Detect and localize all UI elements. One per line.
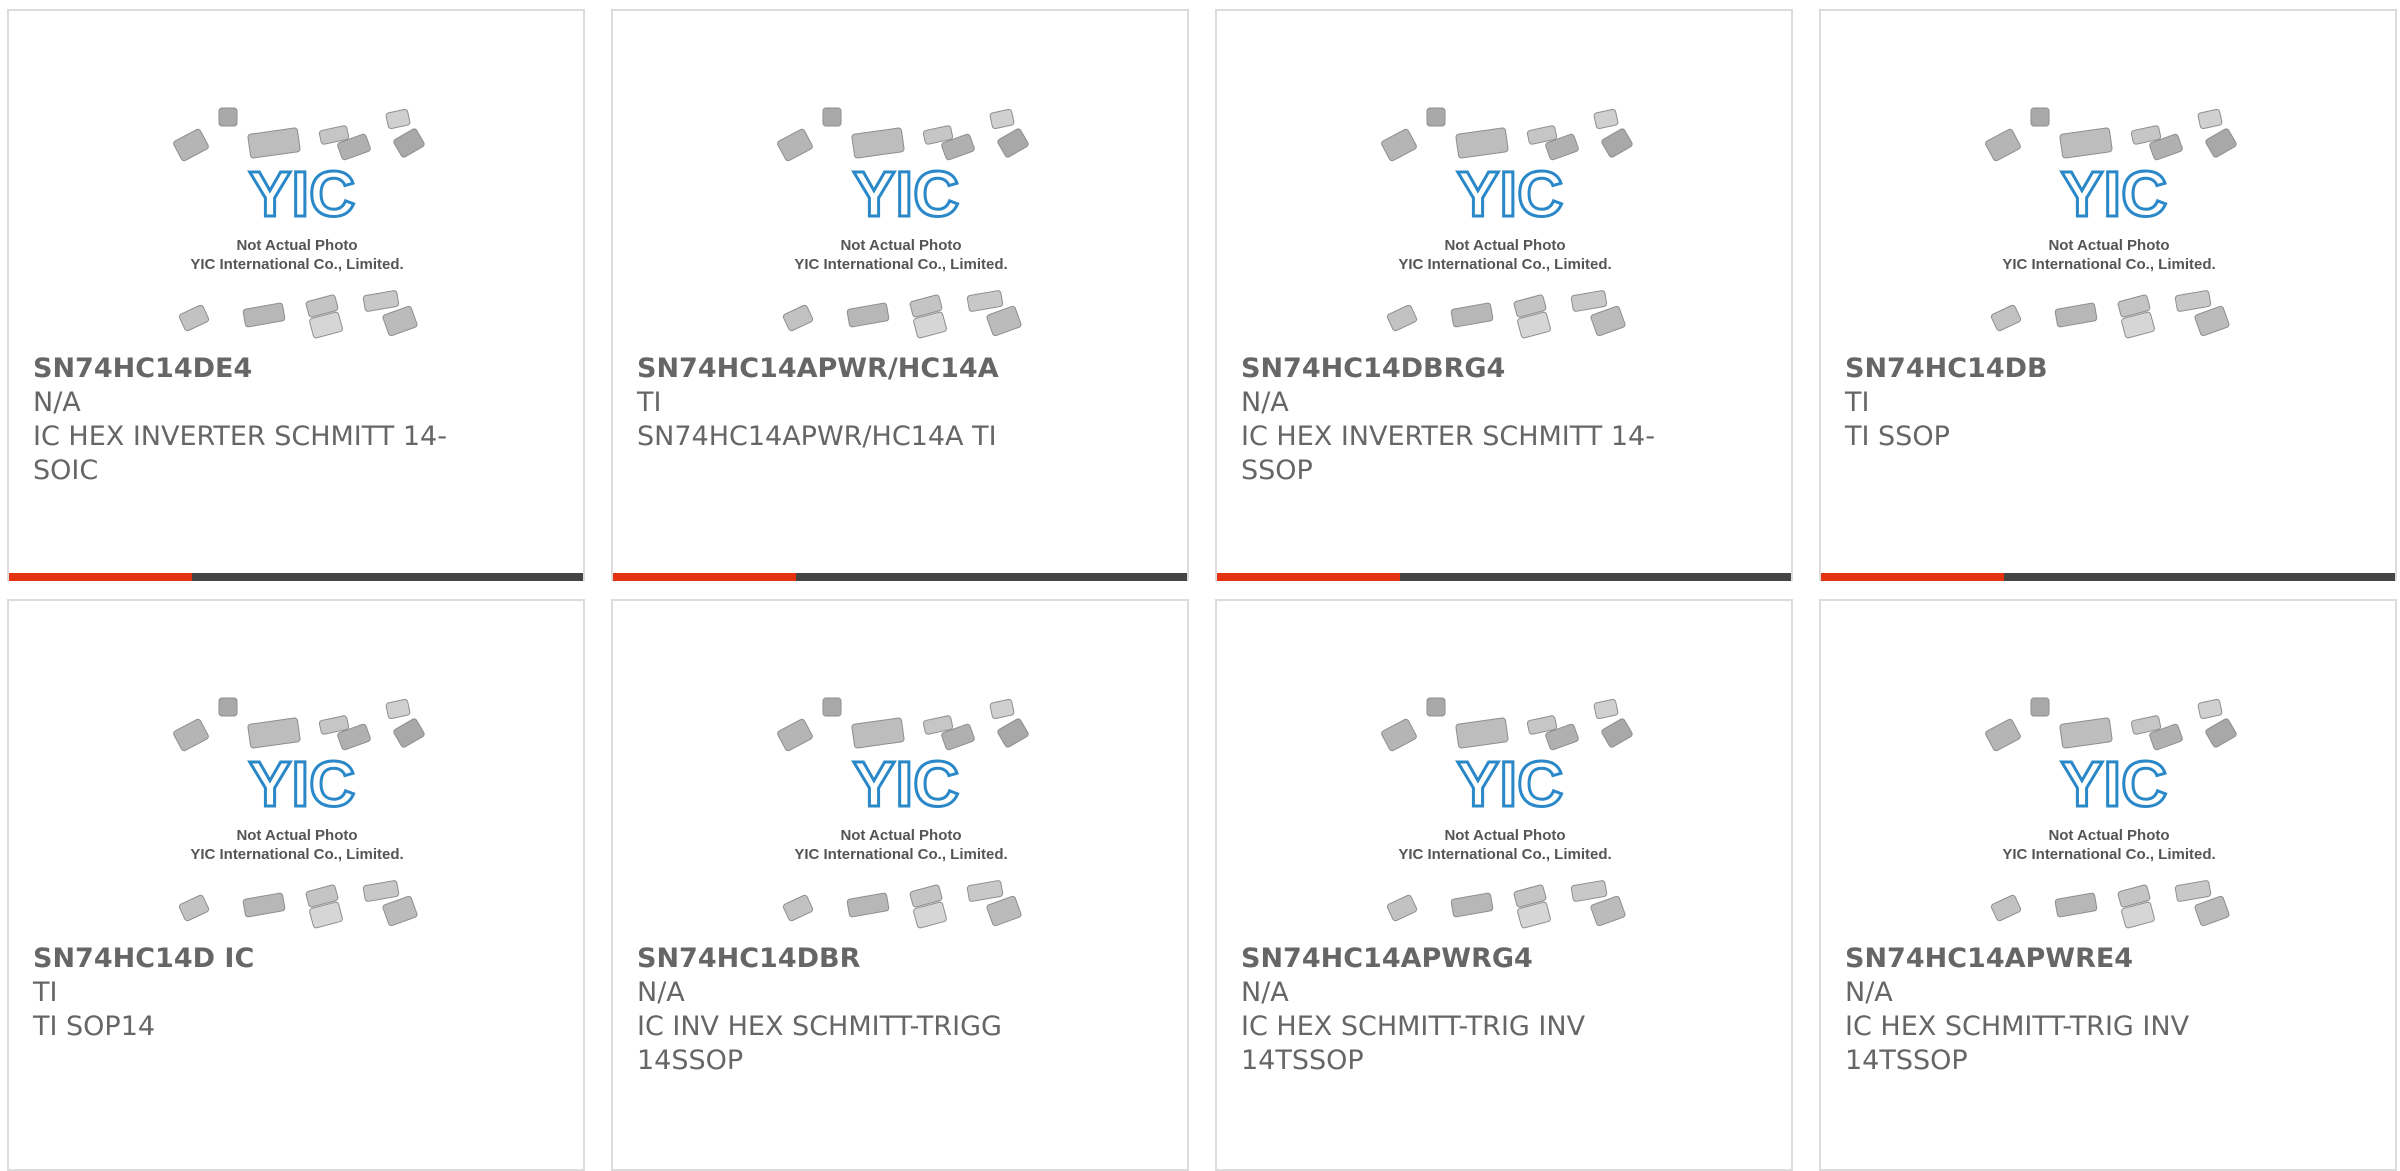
product-info: SN74HC14DB TI TI SSOP xyxy=(1845,352,2275,454)
description: IC HEX SCHMITT-TRIG INV 14TSSOP xyxy=(1241,1011,1586,1076)
yic-logo: YIC xyxy=(249,748,356,820)
description: IC HEX SCHMITT-TRIG INV 14TSSOP xyxy=(1845,1011,2190,1076)
product-image[interactable]: YIC Not Actual Photo YIC International Co.… xyxy=(768,99,1034,349)
manufacturer: N/A xyxy=(637,977,685,1008)
svg-text:Not Actual Photo: Not Actual Photo xyxy=(236,237,357,254)
description: TI SSOP xyxy=(1845,421,1950,452)
product-card[interactable]: YIC Not Actual Photo YIC International Co.… xyxy=(7,9,585,581)
yic-logo: YIC xyxy=(2061,748,2168,820)
product-card[interactable]: YIC Not Actual Photo YIC International Co.… xyxy=(1819,599,2397,1171)
svg-text:YIC International Co., Limited: YIC International Co., Limited. xyxy=(2002,256,2215,273)
svg-text:YIC International Co., Limited: YIC International Co., Limited. xyxy=(190,846,403,863)
product-image[interactable]: YIC Not Actual Photo YIC International Co.… xyxy=(1372,689,1638,939)
product-card[interactable]: YIC Not Actual Photo YIC International Co.… xyxy=(1819,9,2397,581)
svg-text:Not Actual Photo: Not Actual Photo xyxy=(1444,827,1565,844)
svg-text:Not Actual Photo: Not Actual Photo xyxy=(236,827,357,844)
manufacturer: TI xyxy=(637,387,662,418)
product-card[interactable]: YIC Not Actual Photo YIC International Co.… xyxy=(1215,9,1793,581)
product-info: SN74HC14APWR/HC14A TI SN74HC14APWR/HC14A… xyxy=(637,352,1067,454)
part-number[interactable]: SN74HC14D IC xyxy=(33,942,463,976)
product-info: SN74HC14APWRE4 N/A IC HEX SCHMITT-TRIG I… xyxy=(1845,942,2275,1078)
description: IC HEX INVERTER SCHMITT 14-SSOP xyxy=(1241,421,1655,486)
yic-logo: YIC xyxy=(853,158,960,230)
svg-text:YIC International Co., Limited: YIC International Co., Limited. xyxy=(2002,846,2215,863)
description: IC HEX INVERTER SCHMITT 14-SOIC xyxy=(33,421,447,486)
part-number[interactable]: SN74HC14DBRG4 xyxy=(1241,352,1671,386)
product-image[interactable]: YIC Not Actual Photo YIC International Co.… xyxy=(1976,99,2242,349)
description: IC INV HEX SCHMITT-TRIGG 14SSOP xyxy=(637,1011,1002,1076)
card-bottom-bar xyxy=(1217,573,1791,581)
manufacturer: N/A xyxy=(1845,977,1893,1008)
part-number[interactable]: SN74HC14APWRG4 xyxy=(1241,942,1671,976)
card-bottom-bar xyxy=(9,573,583,581)
product-image[interactable]: YIC Not Actual Photo YIC International Co.… xyxy=(164,99,430,349)
description: SN74HC14APWR/HC14A TI xyxy=(637,421,997,452)
product-info: SN74HC14DBRG4 N/A IC HEX INVERTER SCHMIT… xyxy=(1241,352,1671,488)
manufacturer: N/A xyxy=(33,387,81,418)
product-image[interactable]: YIC Not Actual Photo YIC International Co.… xyxy=(164,689,430,939)
yic-logo: YIC xyxy=(853,748,960,820)
yic-logo: YIC xyxy=(1457,748,1564,820)
product-info: SN74HC14DBR N/A IC INV HEX SCHMITT-TRIGG… xyxy=(637,942,1067,1078)
card-bar-accent xyxy=(9,573,192,581)
card-bar-accent xyxy=(1821,573,2004,581)
product-card[interactable]: YIC Not Actual Photo YIC International Co.… xyxy=(611,9,1189,581)
yic-logo: YIC xyxy=(249,158,356,230)
manufacturer: TI xyxy=(1845,387,1870,418)
svg-text:Not Actual Photo: Not Actual Photo xyxy=(1444,237,1565,254)
svg-text:Not Actual Photo: Not Actual Photo xyxy=(2048,827,2169,844)
yic-logo: YIC xyxy=(2061,158,2168,230)
part-number[interactable]: SN74HC14APWR/HC14A xyxy=(637,352,1067,386)
product-info: SN74HC14APWRG4 N/A IC HEX SCHMITT-TRIG I… xyxy=(1241,942,1671,1078)
description: TI SOP14 xyxy=(33,1011,156,1042)
svg-text:YIC International Co., Limited: YIC International Co., Limited. xyxy=(1398,846,1611,863)
svg-text:Not Actual Photo: Not Actual Photo xyxy=(840,827,961,844)
product-image[interactable]: YIC Not Actual Photo YIC International Co.… xyxy=(768,689,1034,939)
part-number[interactable]: SN74HC14DE4 xyxy=(33,352,463,386)
card-bottom-bar xyxy=(613,573,1187,581)
svg-text:YIC International Co., Limited: YIC International Co., Limited. xyxy=(1398,256,1611,273)
product-image[interactable]: YIC Not Actual Photo YIC International Co.… xyxy=(1372,99,1638,349)
product-info: SN74HC14DE4 N/A IC HEX INVERTER SCHMITT … xyxy=(33,352,463,488)
svg-text:YIC International Co., Limited: YIC International Co., Limited. xyxy=(794,846,1007,863)
manufacturer: N/A xyxy=(1241,387,1289,418)
svg-text:Not Actual Photo: Not Actual Photo xyxy=(2048,237,2169,254)
svg-text:Not Actual Photo: Not Actual Photo xyxy=(840,237,961,254)
card-bar-accent xyxy=(613,573,796,581)
svg-text:YIC International Co., Limited: YIC International Co., Limited. xyxy=(190,256,403,273)
product-info: SN74HC14D IC TI TI SOP14 xyxy=(33,942,463,1044)
manufacturer: TI xyxy=(33,977,58,1008)
product-image[interactable]: YIC Not Actual Photo YIC International Co.… xyxy=(1976,689,2242,939)
part-number[interactable]: SN74HC14DBR xyxy=(637,942,1067,976)
manufacturer: N/A xyxy=(1241,977,1289,1008)
part-number[interactable]: SN74HC14DB xyxy=(1845,352,2275,386)
product-card[interactable]: YIC Not Actual Photo YIC International Co.… xyxy=(7,599,585,1171)
part-number[interactable]: SN74HC14APWRE4 xyxy=(1845,942,2275,976)
yic-logo: YIC xyxy=(1457,158,1564,230)
card-bar-accent xyxy=(1217,573,1400,581)
product-card[interactable]: YIC Not Actual Photo YIC International Co.… xyxy=(1215,599,1793,1171)
product-card[interactable]: YIC Not Actual Photo YIC International Co.… xyxy=(611,599,1189,1171)
card-bottom-bar xyxy=(1821,573,2395,581)
svg-text:YIC International Co., Limited: YIC International Co., Limited. xyxy=(794,256,1007,273)
